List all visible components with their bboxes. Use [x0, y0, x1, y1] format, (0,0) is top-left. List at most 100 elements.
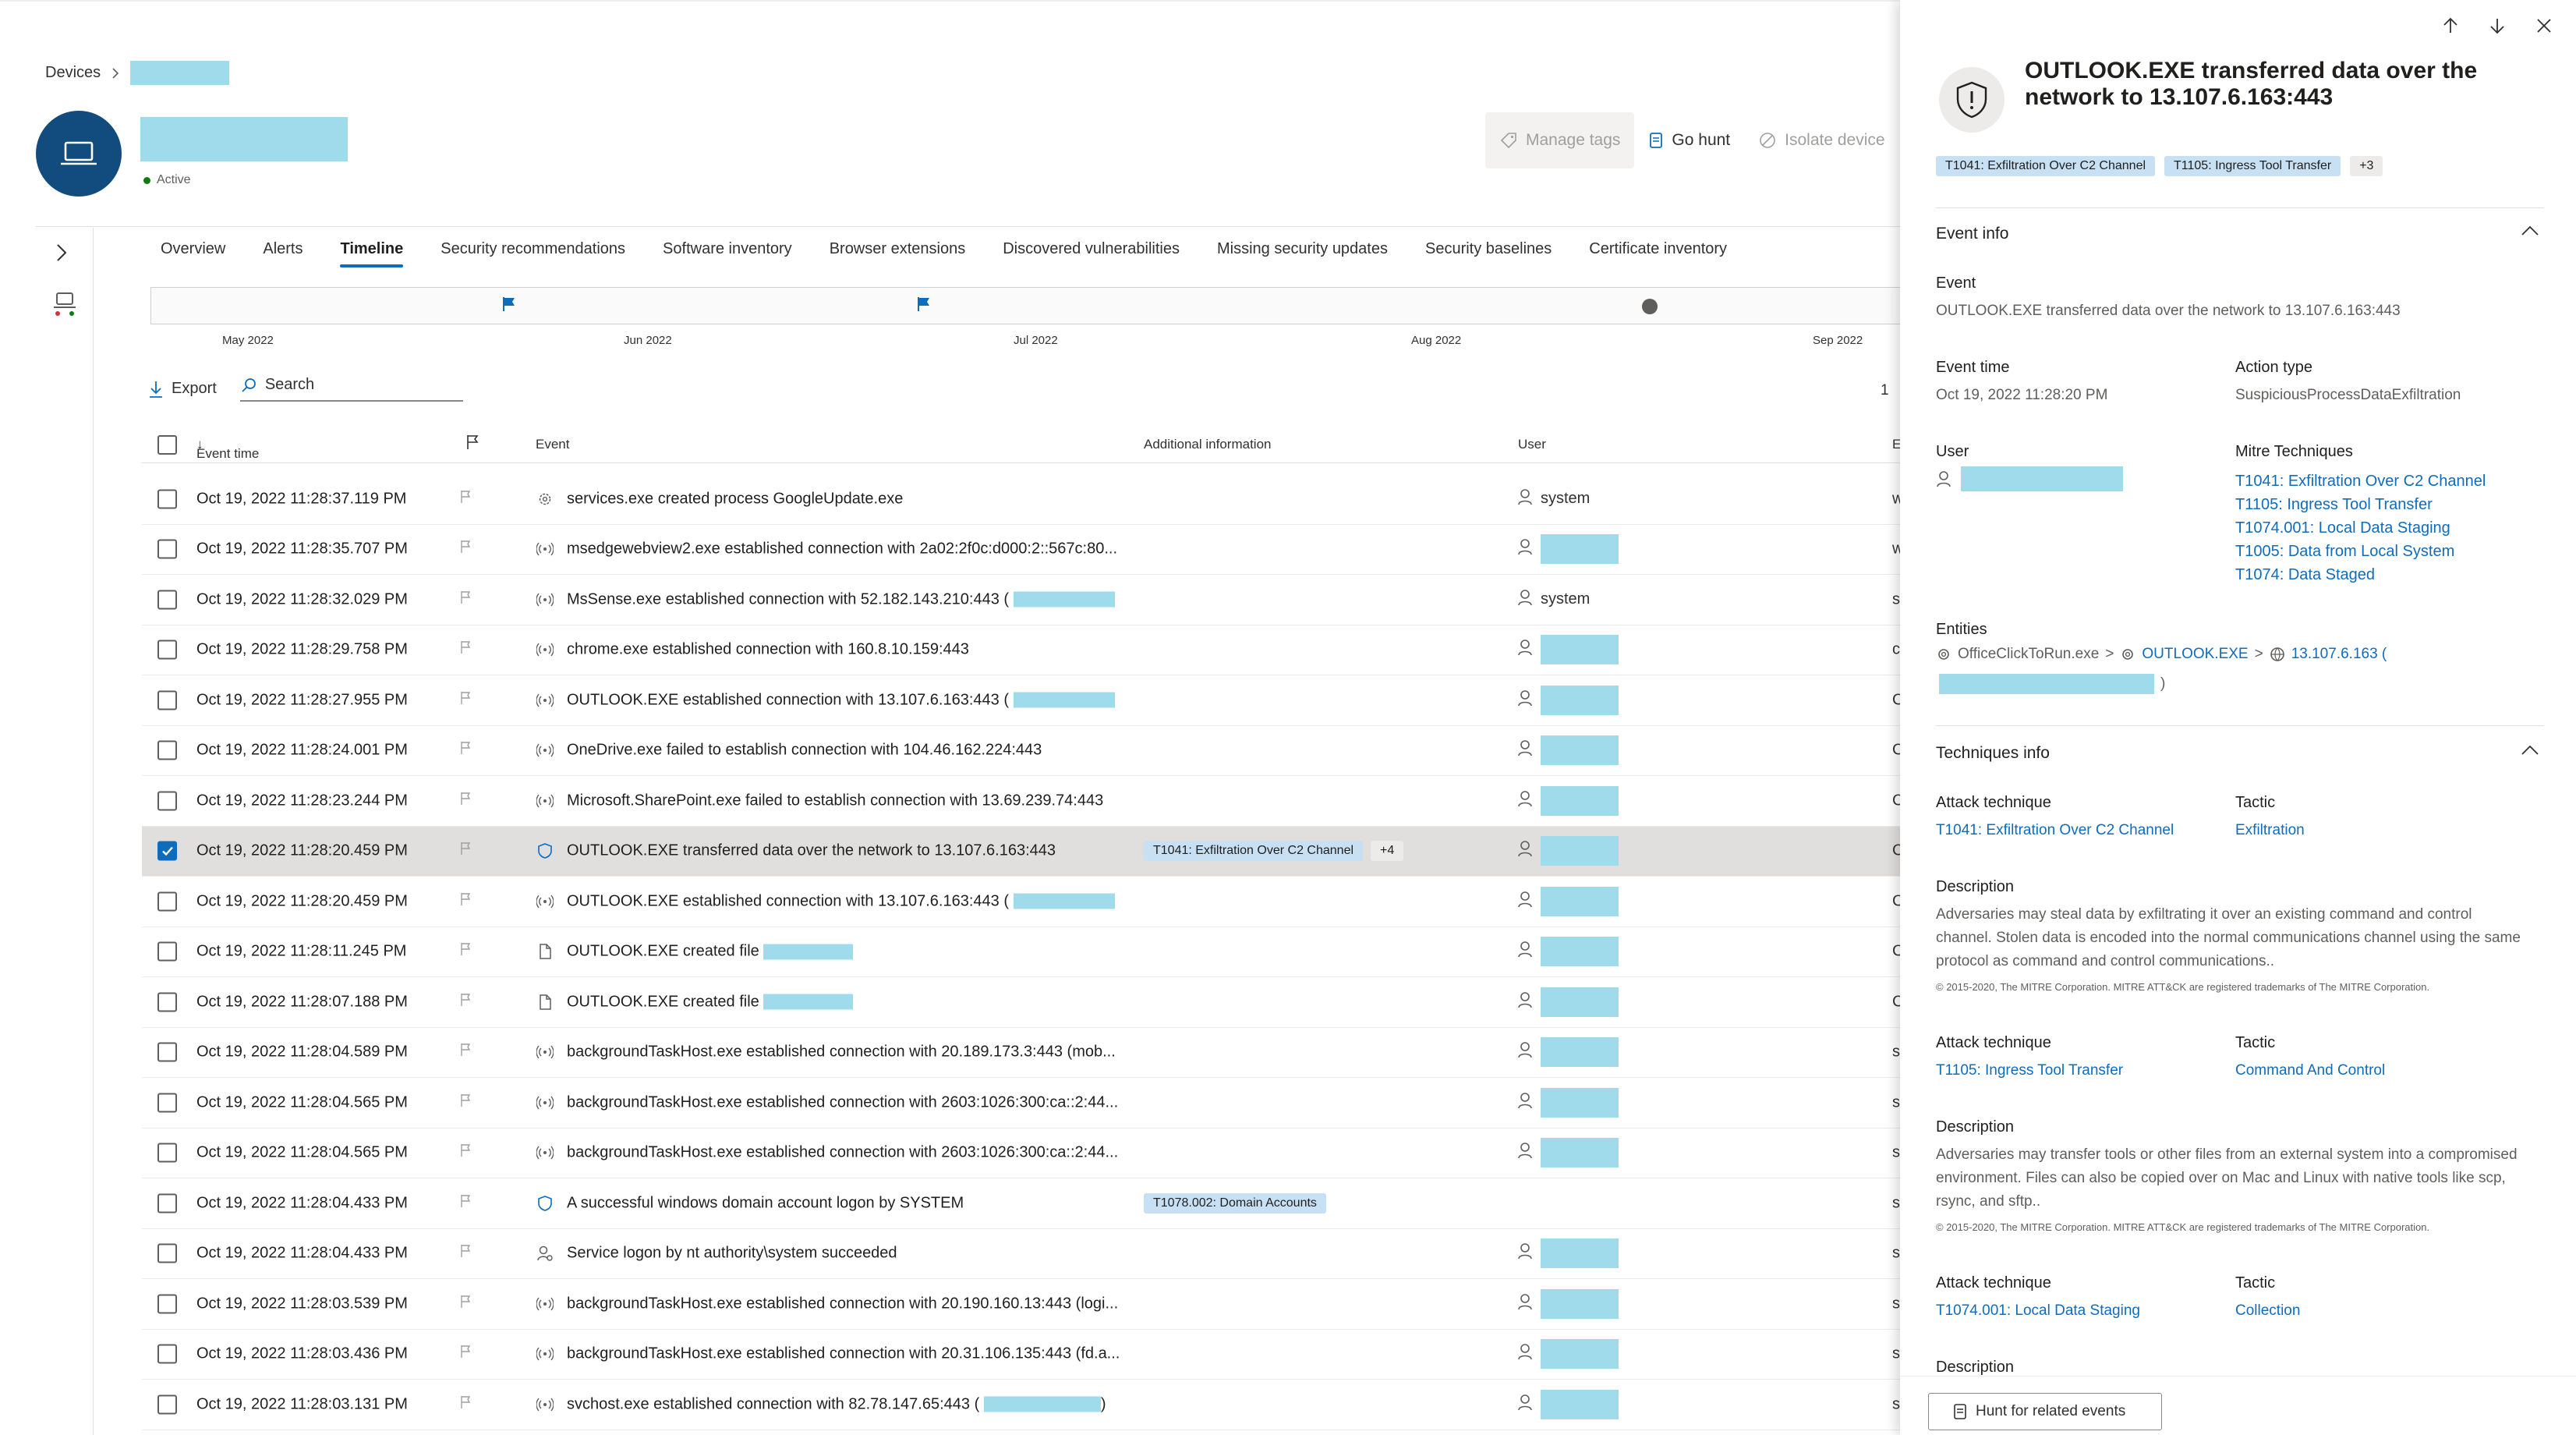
technique-badge[interactable]: +4: [1371, 841, 1404, 862]
table-row[interactable]: Oct 19, 2022 11:28:07.188 PM OUTLOOK.EXE …: [142, 977, 1903, 1028]
flag-icon[interactable]: [458, 841, 472, 861]
row-checkbox[interactable]: [157, 791, 177, 811]
flag-icon[interactable]: [458, 1042, 472, 1062]
tab-alerts[interactable]: Alerts: [263, 234, 303, 268]
event-description[interactable]: OUTLOOK.EXE transferred data over the ne…: [567, 842, 1056, 860]
row-checkbox[interactable]: [157, 1294, 177, 1314]
user-cell[interactable]: [1517, 635, 1619, 665]
tactic-link[interactable]: Exfiltration: [2235, 822, 2305, 839]
event-info-header[interactable]: Event info: [1936, 225, 2008, 243]
table-row[interactable]: Oct 19, 2022 11:28:11.245 PM OUTLOOK.EXE …: [142, 927, 1903, 977]
chevron-up-icon[interactable]: [2521, 225, 2539, 237]
flag-icon[interactable]: [458, 1093, 472, 1113]
tactic-link[interactable]: Command And Control: [2235, 1062, 2385, 1079]
table-row[interactable]: Oct 19, 2022 11:28:35.707 PM msedgewebvie…: [142, 525, 1903, 575]
row-checkbox[interactable]: [157, 891, 177, 912]
row-checkbox[interactable]: [157, 841, 177, 861]
timeline-bar[interactable]: [150, 287, 1902, 324]
flag-icon[interactable]: [458, 489, 472, 509]
table-row[interactable]: Oct 19, 2022 11:28:27.955 PM OUTLOOK.EXE …: [142, 675, 1903, 726]
attack-technique-link[interactable]: T1105: Ingress Tool Transfer: [1936, 1062, 2123, 1079]
event-description[interactable]: MsSense.exe established connection with …: [567, 590, 1115, 608]
user-cell[interactable]: [1517, 735, 1619, 766]
entity-outlook[interactable]: OUTLOOK.EXE: [2142, 646, 2248, 663]
flag-icon[interactable]: [458, 1193, 472, 1214]
event-description[interactable]: backgroundTaskHost.exe established conne…: [567, 1345, 1120, 1363]
tab-software-inventory[interactable]: Software inventory: [663, 234, 792, 268]
table-row[interactable]: Oct 19, 2022 11:28:20.459 PM OUTLOOK.EXE …: [142, 826, 1903, 877]
breadcrumb-device-redacted[interactable]: [130, 61, 230, 85]
col-event-time[interactable]: Event time ↓: [196, 437, 259, 461]
table-row[interactable]: Oct 19, 2022 11:28:32.029 PM MsSense.exe …: [142, 575, 1902, 625]
flag-icon[interactable]: [458, 590, 472, 610]
user-cell[interactable]: [1517, 1037, 1619, 1068]
close-icon[interactable]: [2534, 16, 2554, 36]
user-cell[interactable]: [1517, 685, 1619, 715]
event-description[interactable]: backgroundTaskHost.exe established conne…: [567, 1144, 1118, 1162]
expand-chevron-icon[interactable]: [55, 242, 69, 264]
user-cell[interactable]: [1517, 1389, 1619, 1419]
user-cell[interactable]: [1517, 886, 1619, 916]
row-checkbox[interactable]: [157, 941, 177, 962]
table-row[interactable]: Oct 19, 2022 11:28:04.433 PM A successful…: [142, 1178, 1902, 1229]
row-checkbox[interactable]: [157, 489, 177, 509]
event-description[interactable]: chrome.exe established connection with 1…: [567, 641, 969, 659]
user-cell[interactable]: system: [1517, 488, 1590, 510]
breadcrumb-devices[interactable]: Devices: [45, 64, 101, 82]
event-description[interactable]: backgroundTaskHost.exe established conne…: [567, 1093, 1118, 1111]
tag-more-badge[interactable]: +3: [2350, 156, 2383, 176]
attack-technique-link[interactable]: T1074.001: Local Data Staging: [1936, 1302, 2140, 1320]
manage-tags-button[interactable]: Manage tags: [1485, 112, 1635, 168]
user-cell[interactable]: [1517, 1087, 1619, 1118]
mitre-link[interactable]: T1005: Data from Local System: [2235, 540, 2486, 563]
tab-overview[interactable]: Overview: [161, 234, 225, 268]
event-description[interactable]: services.exe created process GoogleUpdat…: [567, 490, 903, 508]
event-description[interactable]: OUTLOOK.EXE established connection with …: [567, 691, 1115, 709]
event-description[interactable]: backgroundTaskHost.exe established conne…: [567, 1295, 1118, 1313]
tab-discovered-vulnerabilities[interactable]: Discovered vulnerabilities: [1003, 234, 1180, 268]
entity-process[interactable]: OfficeClickToRun.exe: [1958, 646, 2099, 663]
row-checkbox[interactable]: [157, 590, 177, 610]
row-checkbox[interactable]: [157, 1143, 177, 1163]
tab-timeline[interactable]: Timeline: [340, 234, 403, 268]
row-checkbox[interactable]: [157, 539, 177, 559]
flag-icon[interactable]: [458, 740, 472, 760]
timeline-handle[interactable]: [1642, 299, 1658, 314]
technique-badge[interactable]: T1078.002: Domain Accounts: [1144, 1192, 1326, 1214]
device-status-icon[interactable]: [51, 290, 78, 317]
flag-icon[interactable]: [458, 992, 472, 1012]
user-cell[interactable]: [1517, 534, 1619, 565]
flag-icon[interactable]: [458, 1344, 472, 1364]
col-flag[interactable]: [465, 434, 480, 455]
mitre-link[interactable]: T1074.001: Local Data Staging: [2235, 516, 2486, 540]
flag-icon[interactable]: [458, 791, 472, 811]
flag-icon[interactable]: [458, 690, 472, 710]
table-row[interactable]: Oct 19, 2022 11:28:24.001 PM OneDrive.exe…: [142, 726, 1903, 776]
tab-security-recommendations[interactable]: Security recommendations: [441, 234, 625, 268]
flag-icon[interactable]: [458, 1243, 472, 1263]
flag-icon[interactable]: [458, 1143, 472, 1163]
user-cell[interactable]: [1517, 836, 1619, 866]
user-cell[interactable]: [1517, 1288, 1619, 1319]
tag-badge[interactable]: T1041: Exfiltration Over C2 Channel: [1936, 156, 2156, 176]
event-description[interactable]: Microsoft.SharePoint.exe failed to estab…: [567, 792, 1103, 810]
row-checkbox[interactable]: [157, 640, 177, 660]
flag-icon[interactable]: [458, 539, 472, 559]
arrow-up-icon[interactable]: [2440, 16, 2461, 36]
flag-icon[interactable]: [458, 640, 472, 660]
select-all-checkbox[interactable]: [157, 435, 177, 455]
go-hunt-button[interactable]: Go hunt: [1634, 112, 1744, 168]
event-description[interactable]: A successful windows domain account logo…: [567, 1194, 964, 1212]
mitre-link[interactable]: T1041: Exfiltration Over C2 Channel: [2235, 469, 2486, 493]
row-checkbox[interactable]: [157, 1243, 177, 1263]
flag-icon[interactable]: [458, 891, 472, 912]
mitre-link[interactable]: T1105: Ingress Tool Transfer: [2235, 493, 2486, 516]
tag-badge[interactable]: T1105: Ingress Tool Transfer: [2164, 156, 2341, 176]
attack-technique-link[interactable]: T1041: Exfiltration Over C2 Channel: [1936, 822, 2174, 839]
table-row[interactable]: Oct 19, 2022 11:28:03.436 PM backgroundTa…: [142, 1330, 1902, 1380]
table-row[interactable]: Oct 19, 2022 11:28:04.565 PM backgroundTa…: [142, 1078, 1902, 1129]
user-cell[interactable]: [1517, 785, 1619, 816]
event-description[interactable]: OUTLOOK.EXE created file: [567, 993, 854, 1011]
search-input[interactable]: Search: [239, 376, 463, 402]
tab-browser-extensions[interactable]: Browser extensions: [830, 234, 966, 268]
